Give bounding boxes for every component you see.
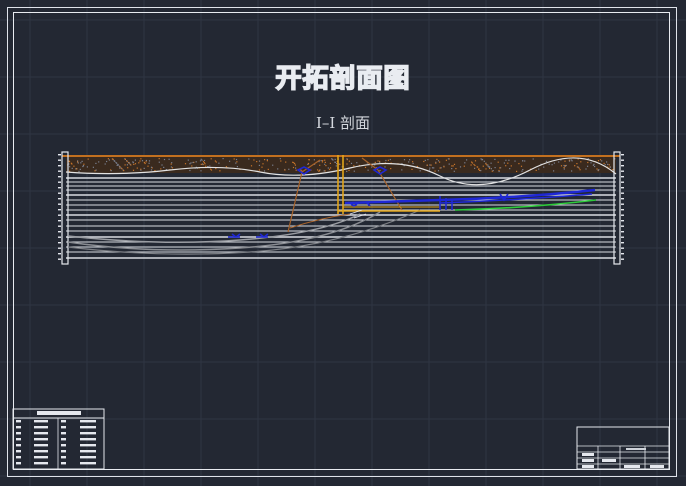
drawing-sheet: 开拓剖面图 I–I 剖面 xyxy=(0,0,686,486)
drawing-title: 开拓剖面图 xyxy=(275,63,411,95)
section-label: I–I 剖面 xyxy=(315,114,371,132)
